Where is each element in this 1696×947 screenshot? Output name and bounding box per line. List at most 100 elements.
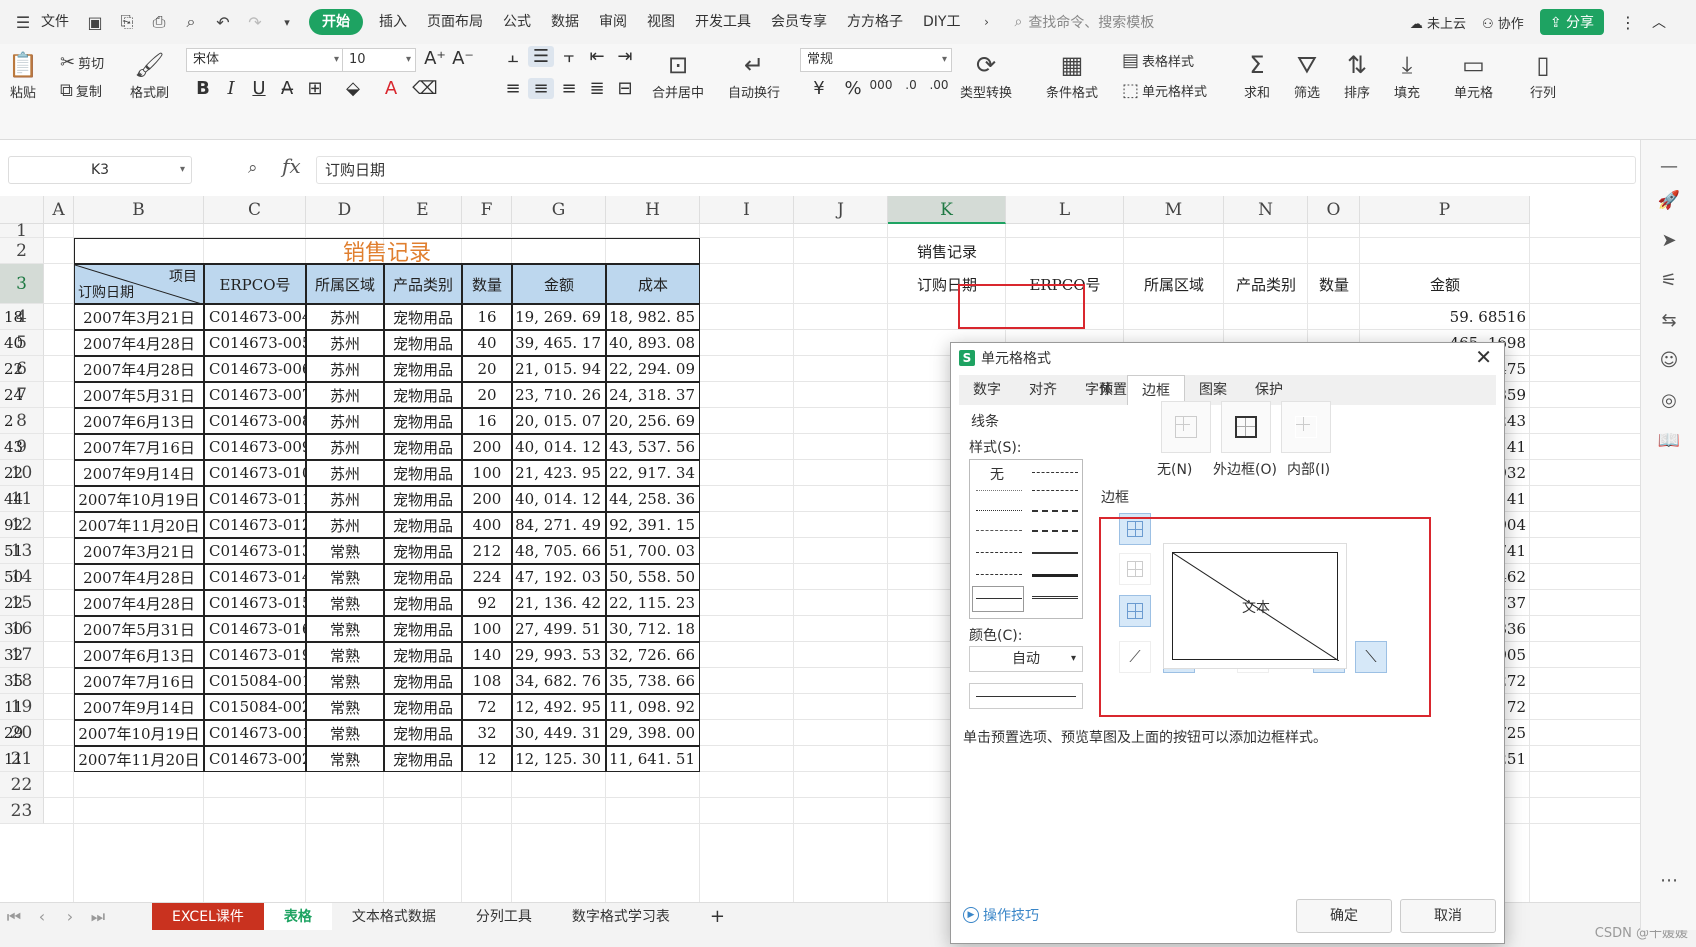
table-cell[interactable]: 44, 258. 36 (606, 486, 700, 512)
table-header-cell[interactable]: 产品类别 (384, 264, 462, 304)
table-cell[interactable]: C015084-001 (204, 668, 306, 694)
right-value-cell[interactable]: 40 (0, 330, 40, 356)
table-cell[interactable]: 29, 993. 53 (512, 642, 606, 668)
table-header-cell[interactable]: ERPCO号 (204, 264, 306, 304)
table-cell[interactable]: 21, 136. 42 (512, 590, 606, 616)
align-middle-icon[interactable]: ☰ (528, 46, 554, 67)
table-header-cell[interactable]: 金额 (512, 264, 606, 304)
zoom-formula-icon[interactable]: ⌕ (248, 158, 258, 178)
sheet-tab-1[interactable]: 表格 (263, 902, 332, 931)
table-cell[interactable]: 2007年9月14日 (74, 460, 204, 486)
table-cell[interactable]: 140 (462, 642, 512, 668)
table-cell[interactable]: 苏州 (306, 486, 384, 512)
table-cell[interactable]: 2007年6月13日 (74, 642, 204, 668)
preset-none-button[interactable] (1161, 401, 1211, 453)
menu-tab-9[interactable]: 方方格子 (837, 0, 913, 44)
table-cell[interactable]: 2007年4月28日 (74, 590, 204, 616)
wrap-text-button[interactable]: ↵ 自动换行 (728, 48, 780, 101)
table-cell[interactable]: 50, 558. 50 (606, 564, 700, 590)
font-size-select[interactable]: 10 ▾ (342, 48, 416, 72)
right-value-cell[interactable]: 35 (0, 668, 40, 694)
table-cell[interactable]: C014673-006 (204, 356, 306, 382)
table-cell[interactable]: C015084-002 (204, 694, 306, 720)
table-cell[interactable]: 2007年11月20日 (74, 746, 204, 772)
redo-icon[interactable]: ↷ (242, 9, 268, 35)
table-cell[interactable]: 宠物用品 (384, 460, 462, 486)
table-cell[interactable]: 宠物用品 (384, 746, 462, 772)
row-col-button[interactable]: ▯ 行列 (1530, 48, 1556, 101)
right-value-cell[interactable]: 11 (0, 694, 40, 720)
table-cell[interactable]: 2007年7月16日 (74, 434, 204, 460)
table-cell[interactable]: 18, 982. 85 (606, 304, 700, 330)
column-header-N[interactable]: N (1224, 196, 1308, 224)
table-cell[interactable]: 212 (462, 538, 512, 564)
table-cell[interactable]: 宠物用品 (384, 564, 462, 590)
add-sheet-button[interactable]: + (690, 903, 745, 931)
table-cell[interactable]: 宠物用品 (384, 486, 462, 512)
table-cell[interactable]: 20, 015. 07 (512, 408, 606, 434)
sheet-tab-4[interactable]: 数字格式学习表 (552, 903, 690, 931)
align-right-icon[interactable]: ≡ (556, 78, 582, 99)
table-cell[interactable]: 宠物用品 (384, 382, 462, 408)
line-style-medium-dashdot[interactable] (1032, 510, 1078, 512)
right-value-cell[interactable]: 50 (0, 564, 40, 590)
right-value-cell[interactable]: 22 (0, 590, 40, 616)
right-value-cell[interactable]: 43 (0, 434, 40, 460)
table-cell[interactable]: 2007年7月16日 (74, 668, 204, 694)
next-sheet-icon[interactable]: › (56, 907, 84, 926)
file-menu[interactable]: 文件 (39, 0, 79, 44)
right-value-cell[interactable]: 32 (0, 642, 40, 668)
table-cell[interactable]: 苏州 (306, 408, 384, 434)
side-more-icon[interactable]: ⋯ (1641, 870, 1696, 891)
menu-tab-8[interactable]: 会员专享 (761, 0, 837, 44)
table-cell[interactable]: 宠物用品 (384, 538, 462, 564)
cancel-button[interactable]: 取消 (1400, 899, 1496, 933)
line-style-hair[interactable] (976, 490, 1022, 491)
table-cell[interactable]: 43, 537. 56 (606, 434, 700, 460)
table-cell[interactable]: 92 (462, 590, 512, 616)
table-cell[interactable]: 常熟 (306, 564, 384, 590)
table-cell[interactable]: C014673-005 (204, 330, 306, 356)
row-header-3[interactable]: 3 (0, 264, 44, 304)
table-cell[interactable]: C014673-012 (204, 512, 306, 538)
right-value-cell[interactable]: 24 (0, 382, 40, 408)
font-color-icon[interactable]: A (378, 78, 404, 99)
table-cell[interactable]: 39, 465. 17 (512, 330, 606, 356)
table-cell[interactable]: 100 (462, 460, 512, 486)
fill-button[interactable]: ⤓ 填充 (1394, 48, 1420, 101)
paste-button[interactable]: 📋 粘贴 (8, 48, 38, 101)
table-cell[interactable]: 宠物用品 (384, 330, 462, 356)
right-value-cell[interactable]: 29 (0, 720, 40, 746)
line-style-double[interactable] (1032, 596, 1078, 599)
table-cell[interactable]: 2007年5月31日 (74, 382, 204, 408)
undo-icon[interactable]: ↶ (210, 9, 236, 35)
ok-button[interactable]: 确定 (1296, 899, 1392, 933)
table-cell[interactable]: 32, 726. 66 (606, 642, 700, 668)
right-header-cell[interactable]: 金额 (1360, 264, 1530, 304)
right-value-cell[interactable]: 51 (0, 538, 40, 564)
number-format-select[interactable]: 常规 ▾ (800, 48, 952, 72)
type-convert-button[interactable]: ⟳ 类型转换 (960, 48, 1012, 101)
table-cell[interactable]: C014673-001 (204, 720, 306, 746)
italic-icon[interactable]: I (218, 78, 244, 99)
side-transform-icon[interactable]: ⇆ (1641, 310, 1696, 331)
line-style-dashed[interactable] (976, 552, 1022, 553)
line-style-thick[interactable] (1032, 574, 1078, 577)
menu-tab-10[interactable]: DIY工 (913, 0, 970, 44)
right-header-cell[interactable]: 数量 (1308, 264, 1360, 304)
table-cell[interactable]: 12 (462, 746, 512, 772)
menu-tab-7[interactable]: 开发工具 (685, 0, 761, 44)
table-cell[interactable]: 2007年3月21日 (74, 538, 204, 564)
table-cell[interactable]: 宠物用品 (384, 356, 462, 382)
column-header-G[interactable]: G (512, 196, 606, 224)
menu-tab-4[interactable]: 数据 (541, 0, 589, 44)
right-value-cell[interactable]: 59. 68516 (1360, 304, 1530, 330)
align-bottom-icon[interactable]: ⫟ (556, 46, 582, 67)
table-cell[interactable]: 宠物用品 (384, 590, 462, 616)
save-icon[interactable]: ▣ (82, 9, 108, 35)
table-cell[interactable]: 16 (462, 304, 512, 330)
row-header-2[interactable]: 2 (0, 238, 44, 264)
dialog-tab-0[interactable]: 数字 (959, 375, 1015, 405)
decrease-indent-icon[interactable]: ⇤ (584, 46, 610, 67)
line-style-dotted[interactable] (976, 510, 1022, 511)
